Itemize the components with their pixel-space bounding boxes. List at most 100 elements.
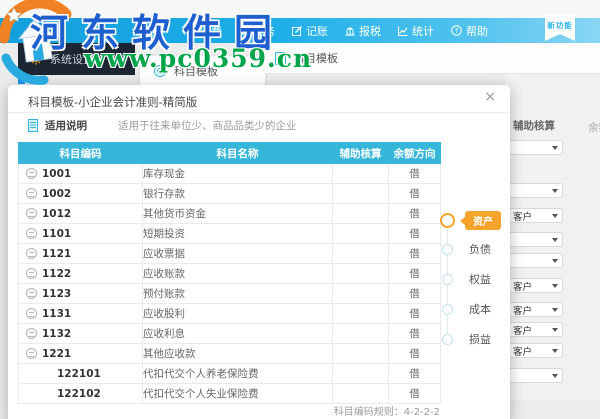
nav-item-统计[interactable]: 统计 bbox=[398, 23, 434, 39]
subject-balance-direction: 借 bbox=[388, 383, 441, 404]
aux-dropdown[interactable]: 客户 bbox=[508, 278, 563, 293]
step-label: 负债 bbox=[469, 243, 491, 256]
col-subject-name: 科目名称 bbox=[142, 142, 333, 164]
subject-aux bbox=[332, 283, 389, 304]
nav-item-报税[interactable]: 报税 bbox=[345, 23, 381, 39]
step-circle-icon bbox=[442, 333, 453, 345]
step-权益[interactable]: 权益 bbox=[442, 271, 491, 287]
svg-text:?: ? bbox=[455, 27, 459, 35]
step-资产[interactable]: 资产 bbox=[440, 211, 501, 230]
chevron-down-icon bbox=[552, 348, 558, 353]
aux-dropdown[interactable] bbox=[508, 183, 563, 198]
bank-icon bbox=[345, 26, 355, 36]
subject-code: 1012 bbox=[42, 207, 72, 220]
subject-name: 应收利息 bbox=[142, 323, 333, 344]
modal-title-divider bbox=[8, 112, 510, 113]
nav-item-label: 报税 bbox=[359, 24, 381, 38]
table-row[interactable]: 1122 应收账款 借 bbox=[18, 263, 441, 284]
subject-code: 122102 bbox=[57, 387, 101, 400]
aux-dropdown[interactable]: 客户 bbox=[508, 343, 563, 358]
modal-title: 科目模板-小企业会计准则-精简版 bbox=[28, 95, 198, 109]
aux-dropdown[interactable]: 客户 bbox=[508, 302, 563, 317]
usage-note-row: 适用说明 适用于往来单位少、商品品类少的企业 bbox=[28, 118, 297, 133]
nav-item-label: 记账 bbox=[306, 24, 328, 38]
subject-aux bbox=[332, 343, 389, 364]
table-row[interactable]: 1002 银行存款 借 bbox=[18, 183, 441, 204]
usage-note-label: 适用说明 bbox=[45, 120, 87, 132]
col-subject-code: 科目编码 bbox=[18, 142, 143, 164]
subject-toggle-icon[interactable] bbox=[26, 268, 37, 279]
step-circle-icon bbox=[442, 243, 453, 255]
subject-aux bbox=[332, 303, 389, 324]
aux-dropdown[interactable]: 客户 bbox=[508, 208, 563, 223]
subject-aux bbox=[332, 323, 389, 344]
nav-item-记账[interactable]: 记账 bbox=[292, 23, 328, 39]
subject-toggle-icon[interactable] bbox=[26, 208, 37, 219]
subject-toggle-icon[interactable] bbox=[26, 188, 37, 199]
step-circle-icon bbox=[440, 213, 455, 228]
subject-name: 代扣代交个人失业保险费 bbox=[142, 383, 333, 404]
table-row[interactable]: 1131 应收股利 借 bbox=[18, 303, 441, 324]
subject-name: 应收账款 bbox=[142, 263, 333, 284]
table-row[interactable]: 1132 应收利息 借 bbox=[18, 323, 441, 344]
subject-aux bbox=[332, 263, 389, 284]
subject-table: 科目编码 科目名称 辅助核算 余额方向 1001 库存现金借 1002 银行存款借 10… bbox=[18, 142, 441, 404]
subject-toggle-icon[interactable] bbox=[26, 328, 37, 339]
subject-balance-direction: 借 bbox=[388, 323, 441, 344]
table-row[interactable]: 1012 其他货币资金 借 bbox=[18, 203, 441, 224]
subject-toggle-icon[interactable] bbox=[26, 288, 37, 299]
subject-balance-direction: 借 bbox=[388, 363, 441, 384]
table-row[interactable]: 122101 代扣代交个人养老保险费 借 bbox=[18, 363, 441, 384]
nav-item-label: 统计 bbox=[412, 24, 434, 38]
note-icon bbox=[28, 119, 38, 132]
subject-balance-direction: 借 bbox=[388, 203, 441, 224]
subject-table-header-row: 科目编码 科目名称 辅助核算 余额方向 bbox=[18, 142, 441, 164]
table-row[interactable]: 122102 代扣代交个人失业保险费 借 bbox=[18, 383, 441, 404]
subject-name: 短期投资 bbox=[142, 223, 333, 244]
chevron-down-icon bbox=[552, 307, 558, 312]
subject-code: 1132 bbox=[42, 327, 72, 340]
watermark-url: www.pc0359.cn bbox=[84, 44, 313, 73]
table-row[interactable]: 1221 其他应收款 借 bbox=[18, 343, 441, 364]
table-row[interactable]: 1121 应收票据 借 bbox=[18, 243, 441, 264]
balance-direction-header-clipped: 余额方向 bbox=[588, 122, 600, 134]
subject-code: 1002 bbox=[42, 187, 72, 200]
subject-name: 银行存款 bbox=[142, 183, 333, 204]
aux-dropdown-value: 客户 bbox=[513, 211, 533, 223]
subject-toggle-icon[interactable] bbox=[26, 248, 37, 259]
subject-code: 1101 bbox=[42, 227, 72, 240]
aux-dropdown[interactable] bbox=[508, 140, 563, 155]
subject-code: 122101 bbox=[57, 367, 101, 380]
aux-dropdown[interactable]: 客户 bbox=[508, 322, 563, 337]
step-负债[interactable]: 负债 bbox=[442, 241, 491, 257]
step-损益[interactable]: 损益 bbox=[442, 331, 491, 347]
table-row[interactable]: 1001 库存现金 借 bbox=[18, 163, 441, 184]
table-row[interactable]: 1101 短期投资 借 bbox=[18, 223, 441, 244]
step-circle-icon bbox=[442, 303, 453, 315]
subject-toggle-icon[interactable] bbox=[26, 168, 37, 179]
chevron-down-icon bbox=[552, 258, 558, 263]
aux-dropdown[interactable] bbox=[508, 253, 563, 268]
chevron-down-icon bbox=[552, 283, 558, 288]
chevron-down-icon bbox=[552, 327, 558, 332]
subject-balance-direction: 借 bbox=[388, 283, 441, 304]
app-window: 客户收费任务记账报税统计?帮助 新功能 系统设置 科目模板 科目模板 bbox=[0, 0, 600, 419]
aux-dropdown-value: 客户 bbox=[513, 346, 533, 358]
subject-aux bbox=[332, 243, 389, 264]
subject-toggle-icon[interactable] bbox=[26, 308, 37, 319]
subject-aux bbox=[332, 383, 389, 404]
table-row[interactable]: 1123 预付账款 借 bbox=[18, 283, 441, 304]
nav-item-帮助[interactable]: ? 帮助 bbox=[451, 23, 488, 39]
step-circle-icon bbox=[442, 273, 453, 285]
aux-dropdown-value: 客户 bbox=[513, 325, 533, 337]
subject-toggle-icon[interactable] bbox=[26, 348, 37, 359]
step-成本[interactable]: 成本 bbox=[442, 301, 491, 317]
subject-toggle-icon[interactable] bbox=[26, 228, 37, 239]
aux-dropdown[interactable] bbox=[508, 368, 563, 383]
subject-code: 1001 bbox=[42, 167, 72, 180]
aux-dropdown[interactable] bbox=[508, 232, 563, 247]
subject-name: 其他货币资金 bbox=[142, 203, 333, 224]
chevron-down-icon bbox=[552, 145, 558, 150]
subject-code: 1123 bbox=[42, 287, 72, 300]
subject-aux bbox=[332, 363, 389, 384]
